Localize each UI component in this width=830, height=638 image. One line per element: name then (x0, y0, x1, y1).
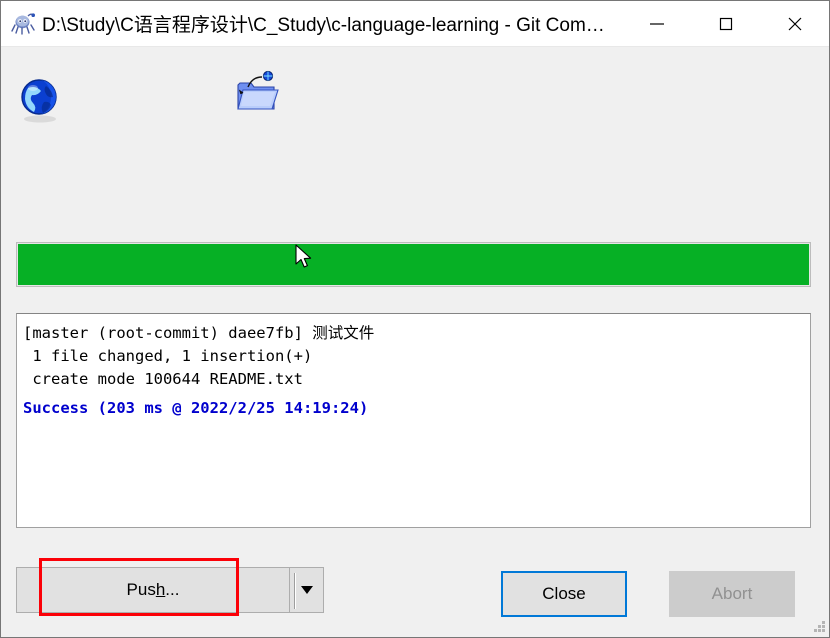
folder-remote-icon[interactable] (234, 69, 282, 117)
git-gui-icon (10, 11, 36, 37)
push-split-button[interactable]: Pus h... (16, 567, 324, 613)
progress-bar-fill (18, 244, 809, 285)
abort-button-label: Abort (711, 584, 753, 603)
close-window-button[interactable] (760, 1, 829, 46)
command-status-line: Success (203 ms @ 2022/2/25 14:19:24) (23, 399, 369, 417)
close-button-label: Close (542, 584, 586, 603)
toolbar-icon-area (1, 47, 829, 222)
push-button-label-after: ... (165, 580, 180, 599)
command-output-area[interactable]: [master (root-commit) daee7fb] 测试文件 1 fi… (16, 313, 811, 528)
close-button[interactable]: Close (501, 571, 627, 617)
resize-grip[interactable] (813, 621, 826, 634)
minimize-button[interactable] (622, 1, 691, 46)
push-button-label-before: Pus (126, 580, 156, 599)
window-controls (622, 1, 829, 46)
progress-bar (16, 242, 811, 287)
window-title: D:\Study\C语言程序设计\C_Study\c-language-lear… (42, 15, 605, 36)
globe-icon[interactable] (16, 76, 64, 124)
command-output-text: [master (root-commit) daee7fb] 测试文件 1 fi… (23, 324, 375, 388)
title-bar[interactable]: D:\Study\C语言程序设计\C_Study\c-language-lear… (1, 1, 829, 47)
git-commit-dialog-window: D:\Study\C语言程序设计\C_Study\c-language-lear… (0, 0, 830, 638)
push-dropdown-button[interactable] (290, 567, 324, 613)
push-button[interactable]: Pus h... (16, 567, 290, 613)
chevron-down-icon (300, 586, 313, 594)
abort-button: Abort (669, 571, 795, 617)
maximize-button[interactable] (691, 1, 760, 46)
push-button-label-accel: h (155, 580, 166, 599)
